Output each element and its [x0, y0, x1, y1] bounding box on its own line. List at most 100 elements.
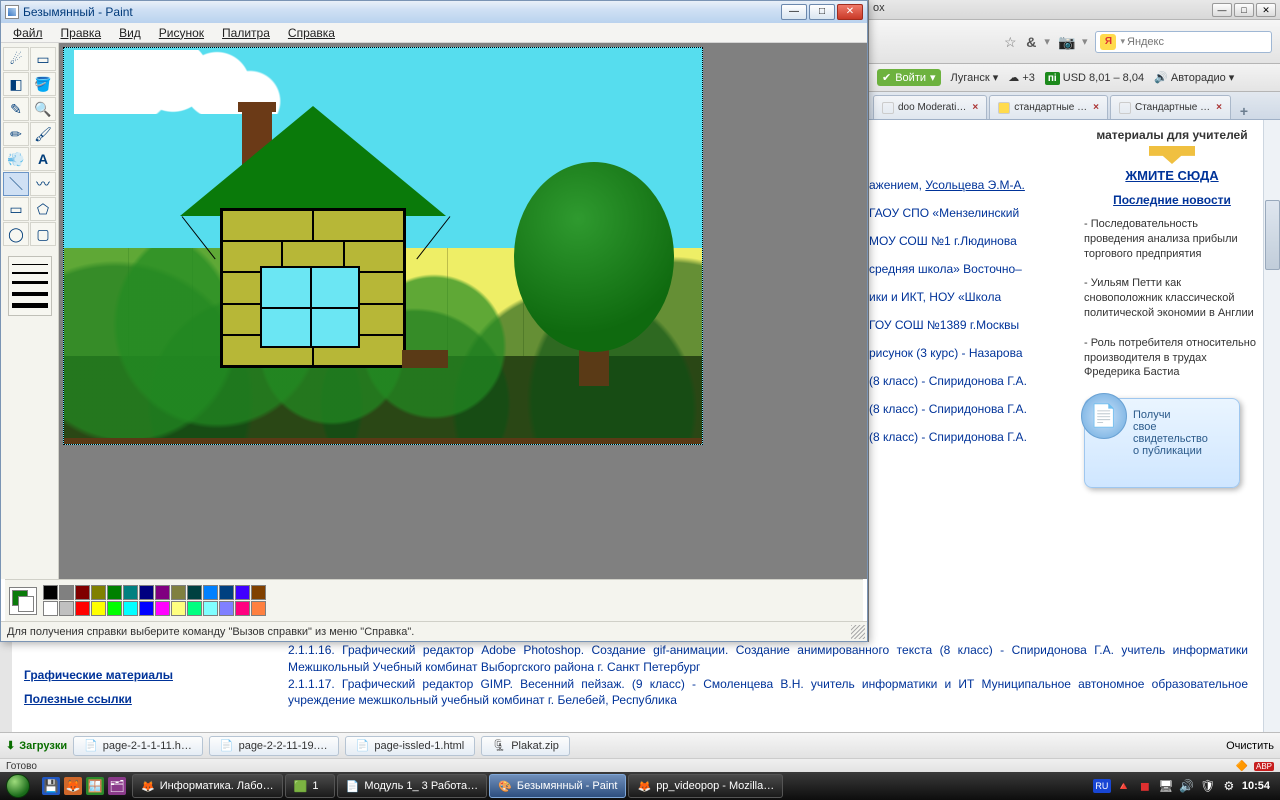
resize-grip-icon[interactable] [851, 625, 865, 639]
new-tab-button[interactable]: + [1233, 103, 1255, 119]
start-button[interactable] [0, 772, 36, 800]
palette-color[interactable] [219, 585, 234, 600]
palette-color[interactable] [171, 601, 186, 616]
city-selector[interactable]: Луганск ▾ [951, 71, 999, 84]
dropdown-icon[interactable]: ▾ [1044, 35, 1050, 48]
status-icon[interactable]: 🔶 [1236, 761, 1248, 772]
tool-magnifier[interactable]: 🔍 [30, 97, 56, 121]
palette-color[interactable] [251, 585, 266, 600]
tool-curve[interactable]: 〰 [30, 172, 56, 196]
close-tab-icon[interactable]: × [1216, 102, 1222, 113]
tool-rect-select[interactable]: ▭ [30, 47, 56, 71]
weather-widget[interactable]: ☁ +3 [1008, 71, 1035, 84]
tool-brush[interactable]: 🖌 [30, 122, 56, 146]
radio-widget[interactable]: 🔊 Авторадио ▾ [1154, 71, 1234, 84]
adblock-icon[interactable]: ABP [1254, 762, 1274, 771]
download-item[interactable]: 📄 page-2-1-1-11.h… [73, 736, 203, 756]
bookmark-star-icon[interactable]: ☆ [1002, 34, 1018, 50]
menu-image[interactable]: Рисунок [151, 24, 212, 42]
tray-antivirus-icon[interactable]: 🛡 [1200, 778, 1216, 794]
task-button[interactable]: 🎨 Безымянный - Paint [489, 774, 626, 798]
menu-help[interactable]: Справка [280, 24, 343, 42]
palette-color[interactable] [123, 585, 138, 600]
download-item[interactable]: 🗜 Plakat.zip [481, 736, 570, 756]
ampersand-icon[interactable]: & [1026, 34, 1036, 50]
browser-tab[interactable]: Стандартные …× [1110, 95, 1231, 119]
tool-pencil[interactable]: ✏ [3, 122, 29, 146]
tool-rectangle[interactable]: ▭ [3, 197, 29, 221]
news-item[interactable]: - Последовательность проведения анализа … [1084, 217, 1260, 262]
tool-rounded-rect[interactable]: ▢ [30, 222, 56, 246]
dropdown-icon[interactable]: ▾ [1082, 35, 1088, 48]
palette-color[interactable] [187, 601, 202, 616]
downloads-clear[interactable]: Очистить [1226, 740, 1274, 752]
palette-color[interactable] [91, 601, 106, 616]
palette-color[interactable] [123, 601, 138, 616]
taskbar-clock[interactable]: 10:54 [1242, 780, 1270, 792]
firefox-scrollbar[interactable] [1263, 120, 1280, 760]
menu-file[interactable]: Файл [5, 24, 51, 42]
tray-icon[interactable]: ⚙ [1221, 778, 1237, 794]
menu-edit[interactable]: Правка [53, 24, 110, 42]
tool-options[interactable] [8, 256, 52, 316]
author-link[interactable]: Усольцева Э.М-А. [925, 178, 1025, 192]
task-button[interactable]: 🦊 pp_videopop - Mozilla… [628, 774, 783, 798]
tool-airbrush[interactable]: 💨 [3, 147, 29, 171]
palette-color[interactable] [43, 601, 58, 616]
palette-color[interactable] [235, 585, 250, 600]
palette-color[interactable] [75, 585, 90, 600]
browser-tab[interactable]: стандартные …× [989, 95, 1108, 119]
palette-color[interactable] [171, 585, 186, 600]
palette-color[interactable] [187, 585, 202, 600]
firefox-close-button[interactable]: ✕ [1256, 3, 1276, 17]
tray-ati-icon[interactable]: ◼ [1137, 778, 1153, 794]
news-item[interactable]: - Уильям Петти как сновоположник классич… [1084, 276, 1260, 321]
tray-icon[interactable]: 🔺 [1116, 778, 1132, 794]
camera-icon[interactable]: 📷 [1058, 34, 1074, 50]
palette-color[interactable] [155, 585, 170, 600]
tool-ellipse[interactable]: ◯ [3, 222, 29, 246]
tray-volume-icon[interactable]: 🔊 [1179, 778, 1195, 794]
paint-minimize-button[interactable]: — [781, 4, 807, 20]
search-input[interactable] [1125, 35, 1271, 49]
palette-color[interactable] [59, 601, 74, 616]
paint-canvas-scroll[interactable] [59, 43, 867, 579]
menu-palette[interactable]: Палитра [214, 24, 278, 42]
palette-color[interactable] [203, 601, 218, 616]
tool-polygon[interactable]: ⬠ [30, 197, 56, 221]
download-item[interactable]: 📄 page-2-2-11-19.… [209, 736, 339, 756]
language-indicator[interactable]: RU [1093, 779, 1111, 793]
ql-icon[interactable]: 🪟 [86, 777, 104, 795]
menu-view[interactable]: Вид [111, 24, 149, 42]
browser-tab[interactable]: doo Moderati…× [873, 95, 987, 119]
news-item[interactable]: - Роль потребителя относительно производ… [1084, 336, 1260, 381]
task-button[interactable]: 🦊 Информатика. Лабо… [132, 774, 283, 798]
search-box[interactable]: Я ▾ [1095, 31, 1272, 53]
paint-app-icon[interactable] [5, 5, 19, 19]
palette-color[interactable] [155, 601, 170, 616]
task-button[interactable]: 🟩 1 [285, 774, 335, 798]
palette-color[interactable] [251, 601, 266, 616]
task-button[interactable]: 📄 Модуль 1_ 3 Работа… [337, 774, 488, 798]
currency-widget[interactable]: пі USD 8,01 – 8,04 [1045, 72, 1144, 84]
palette-color[interactable] [203, 585, 218, 600]
tool-eraser[interactable]: ◧ [3, 72, 29, 96]
palette-color[interactable] [139, 585, 154, 600]
close-tab-icon[interactable]: × [1093, 102, 1099, 113]
tool-text[interactable]: A [30, 147, 56, 171]
downloads-label[interactable]: ⬇ Загрузки [6, 739, 67, 752]
firefox-titlebar[interactable]: ox — □ ✕ [869, 0, 1280, 20]
paint-maximize-button[interactable]: □ [809, 4, 835, 20]
current-colors[interactable] [9, 587, 37, 615]
palette-color[interactable] [59, 585, 74, 600]
side-link[interactable]: Графические материалы [24, 668, 244, 682]
palette-color[interactable] [235, 601, 250, 616]
paint-close-button[interactable]: ✕ [837, 4, 863, 20]
palette-color[interactable] [91, 585, 106, 600]
palette-color[interactable] [43, 585, 58, 600]
tool-fill[interactable]: 🪣 [30, 72, 56, 96]
certificate-badge[interactable]: 📄 Получи свое свидетельство о публикации [1084, 398, 1240, 488]
paint-titlebar[interactable]: Безымянный - Paint — □ ✕ [1, 1, 867, 23]
palette-color[interactable] [107, 601, 122, 616]
tool-line[interactable]: ＼ [3, 172, 29, 196]
